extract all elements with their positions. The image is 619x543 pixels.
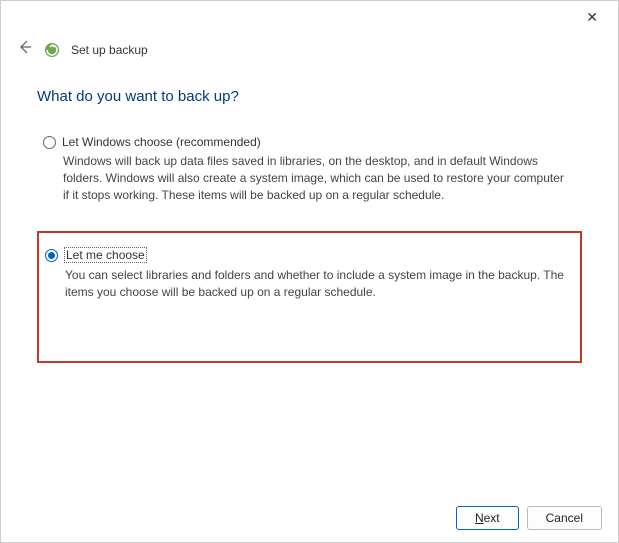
- close-button[interactable]: ✕: [578, 5, 606, 30]
- option-windows-choose-desc: Windows will back up data files saved in…: [63, 153, 572, 203]
- next-button-label-rest: ext: [484, 511, 500, 525]
- content-divider: [1, 329, 618, 330]
- footer-buttons: Next Cancel: [456, 506, 602, 530]
- radio-windows-choose[interactable]: [43, 136, 56, 149]
- option-let-me-choose-label: Let me choose: [64, 247, 147, 263]
- wizard-header: Set up backup: [1, 33, 618, 66]
- titlebar: ✕: [1, 1, 618, 33]
- next-button[interactable]: Next: [456, 506, 519, 530]
- option-let-me-choose-desc: You can select libraries and folders and…: [65, 267, 570, 301]
- option-windows-choose[interactable]: Let Windows choose (recommended) Windows…: [37, 127, 582, 215]
- option-windows-choose-label: Let Windows choose (recommended): [62, 135, 261, 149]
- back-arrow-icon[interactable]: [17, 39, 33, 60]
- page-heading: What do you want to back up?: [37, 88, 582, 105]
- option-let-me-choose[interactable]: Let me choose You can select libraries a…: [37, 231, 582, 363]
- cancel-button[interactable]: Cancel: [527, 506, 602, 530]
- radio-let-me-choose[interactable]: [45, 249, 58, 262]
- wizard-title: Set up backup: [71, 43, 148, 57]
- content-area: What do you want to back up? Let Windows…: [1, 66, 618, 363]
- backup-icon: [43, 41, 61, 59]
